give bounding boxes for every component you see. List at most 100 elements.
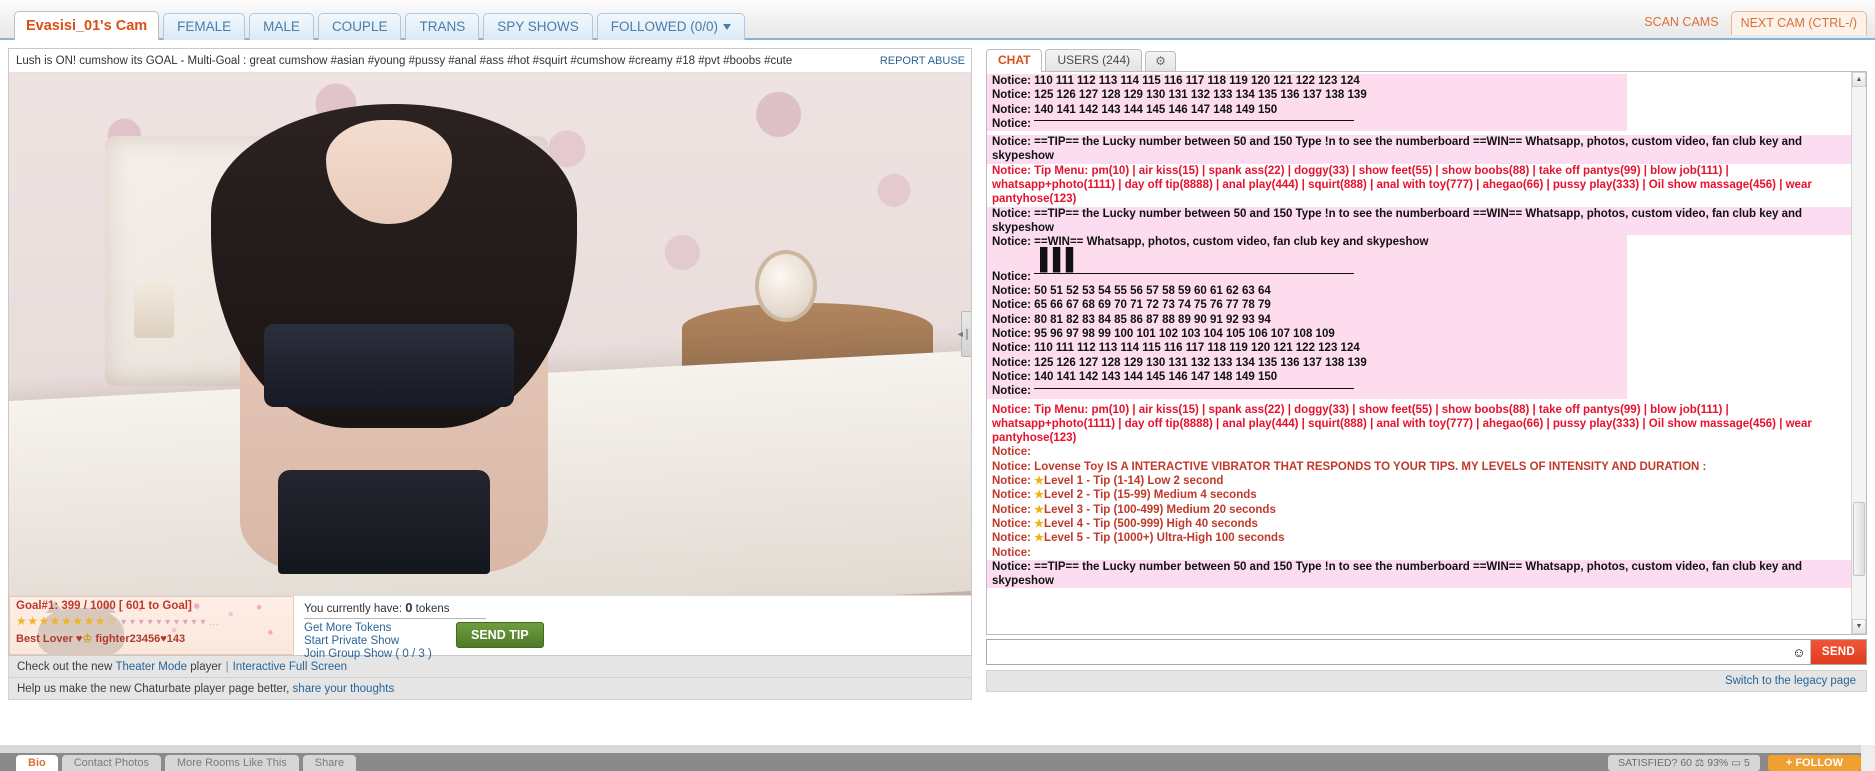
goal-stars-trail: ▾ ▾ ▾ ▾ ▾ ▾ ▾ ▾ ▾ ▾ ...: [121, 617, 219, 628]
tab-trans[interactable]: TRANS: [405, 13, 480, 40]
bottom-strip-edge: [1861, 745, 1875, 771]
gear-icon[interactable]: ⚙: [1145, 51, 1176, 71]
tab-couple[interactable]: COUPLE: [317, 13, 402, 40]
chat-scroll-thumb[interactable]: [1853, 501, 1865, 577]
top-bar-right-actions: SCAN CAMS NEXT CAM (CTRL-/): [1644, 11, 1867, 35]
tab-male[interactable]: MALE: [249, 13, 314, 40]
feedback-row: Help us make the new Chaturbate player p…: [8, 678, 972, 700]
chat-message: Notice: 65 66 67 68 69 70 71 72 73 74 75…: [987, 298, 1627, 313]
chat-message: Notice: Lovense Toy IS A INTERACTIVE VIB…: [992, 460, 1707, 473]
chat-message: Notice: 140 141 142 143 144 145 146 147 …: [987, 102, 1627, 117]
tab-female[interactable]: FEMALE: [163, 13, 246, 40]
scene-lamp: [134, 281, 175, 338]
chat-message: Notice: ==TIP== the Lucky number between…: [987, 559, 1851, 589]
chat-message: Notice: 110 111 112 113 114 115 116 117 …: [987, 341, 1627, 356]
chevron-down-icon: [723, 24, 732, 31]
interactive-fullscreen-link[interactable]: Interactive Full Screen: [233, 661, 347, 673]
chat-input[interactable]: [987, 640, 1788, 664]
follow-button[interactable]: + FOLLOW: [1767, 755, 1861, 771]
chat-message: Notice: Tip Menu: pm(10) | air kiss(15) …: [992, 164, 1812, 206]
token-balance-suffix: tokens: [415, 603, 450, 615]
chat-message: Notice: 110 111 112 113 114 115 116 117 …: [987, 74, 1627, 89]
chat-message: Notice: 125 126 127 128 129 130 131 132 …: [987, 355, 1627, 370]
scene-performer-top: [263, 323, 515, 408]
emoji-icon[interactable]: ☺: [1788, 640, 1810, 664]
theater-prefix-text: Check out the new: [17, 660, 113, 673]
crown-icon: ♔: [82, 633, 93, 645]
chat-message: Notice: ==WIN== Whatsapp, photos, custom…: [987, 235, 1627, 250]
chat-message: ▌▌▌: [987, 247, 1627, 271]
send-message-button[interactable]: SEND: [1809, 640, 1866, 664]
chat-message: Notice: ★Level 4 - Tip (500-999) High 40…: [992, 517, 1258, 530]
report-abuse-link[interactable]: REPORT ABUSE: [872, 55, 965, 67]
tab-share[interactable]: Share: [302, 755, 357, 771]
tip-panel: Goal#1: 399 / 1000 [ 601 to Goal] ★★★★★★…: [9, 595, 971, 660]
token-balance-line: You currently have: 0 tokens: [304, 600, 486, 619]
scan-cams-button[interactable]: SCAN CAMS: [1644, 15, 1730, 35]
scene-performer-bottom: [278, 469, 490, 575]
chat-message: Notice: ★Level 1 - Tip (1-14) Low 2 seco…: [992, 475, 1224, 488]
join-group-show-link[interactable]: Join Group Show ( 0 / 3 ): [304, 648, 432, 660]
video-stream-frame: [9, 73, 971, 595]
theater-mode-link[interactable]: Theater Mode: [115, 661, 187, 673]
chat-message: Notice: 80 81 82 83 84 85 86 87 88 89 90…: [987, 312, 1627, 328]
feedback-prefix-text: Help us make the new Chaturbate player p…: [17, 682, 290, 695]
player-column: Lush is ON! cumshow its GOAL - Multi-Goa…: [8, 48, 972, 700]
star-icon: ★: [1034, 489, 1045, 502]
video-player[interactable]: ◄║►: [9, 73, 971, 595]
best-lover-name: fighter23456♥143: [95, 633, 186, 645]
switch-legacy-row: Switch to the legacy page: [986, 670, 1867, 692]
tab-spy-shows[interactable]: SPY SHOWS: [483, 13, 593, 40]
chat-message: Notice: ★Level 3 - Tip (100-499) Medium …: [992, 503, 1276, 516]
get-more-tokens-link[interactable]: Get More Tokens: [304, 622, 391, 634]
chat-scroll-track[interactable]: [1852, 87, 1866, 619]
player-resize-handle[interactable]: ◄║►: [956, 311, 971, 357]
chat-message: Notice:: [987, 269, 1627, 285]
tab-bio[interactable]: Bio: [16, 755, 58, 771]
tab-contact-photos[interactable]: Contact Photos: [61, 755, 161, 771]
chat-message: Notice: 50 51 52 53 54 55 56 57 58 59 60…: [987, 284, 1627, 299]
scroll-up-icon[interactable]: ▲: [1852, 72, 1866, 87]
bottom-strip-actions: SATISFIED? 60 ⚖ 93% ▭ 5 + FOLLOW: [1608, 755, 1861, 771]
token-box: You currently have: 0 tokens Get More To…: [294, 596, 971, 660]
theater-suffix-text: player: [190, 660, 222, 673]
star-icon: ★: [1034, 532, 1045, 545]
share-thoughts-link[interactable]: share your thoughts: [293, 683, 395, 695]
chat-message: Notice: 140 141 142 143 144 145 146 147 …: [987, 369, 1627, 385]
audio-bars-icon: ▌▌▌: [1040, 247, 1081, 271]
chat-message-list[interactable]: Notice: 110 111 112 113 114 115 116 117 …: [987, 72, 1851, 634]
chat-message: Notice:: [987, 384, 1627, 399]
chat-tab-bar: CHAT USERS (244) ⚙: [986, 48, 1867, 72]
switch-legacy-page-link[interactable]: Switch to the legacy page: [1725, 675, 1856, 687]
tab-followed-label: FOLLOWED (0/0): [610, 19, 719, 34]
chat-message: Notice: ==TIP== the Lucky number between…: [987, 135, 1851, 164]
goal-stars-filled: ★★★★★★★★☆: [16, 614, 118, 628]
room-subject-bar: Lush is ON! cumshow its GOAL - Multi-Goa…: [9, 49, 971, 73]
page-bottom-strip: Bio Contact Photos More Rooms Like This …: [0, 745, 1875, 771]
token-balance-prefix: You currently have:: [304, 603, 403, 615]
chat-message: Notice:: [992, 546, 1031, 559]
goal-box: Goal#1: 399 / 1000 [ 601 to Goal] ★★★★★★…: [9, 596, 294, 655]
tab-room-cam[interactable]: Evasisi_01's Cam: [14, 11, 160, 41]
goal-progress-label: Goal#1: 399 / 1000 [ 601 to Goal]: [16, 600, 192, 612]
scroll-down-icon[interactable]: ▼: [1852, 619, 1866, 634]
chat-message: Notice:: [987, 116, 1627, 132]
chat-input-row: ☺ SEND: [986, 639, 1867, 665]
tab-more-rooms-like-this[interactable]: More Rooms Like This: [164, 755, 299, 771]
chat-scrollbar[interactable]: ▲ ▼: [1851, 72, 1866, 634]
goal-star-meter: ★★★★★★★★☆ ▾ ▾ ▾ ▾ ▾ ▾ ▾ ▾ ▾ ▾ ...: [16, 612, 288, 632]
star-icon: ★: [1034, 475, 1045, 488]
send-tip-button[interactable]: SEND TIP: [456, 622, 544, 648]
start-private-show-link[interactable]: Start Private Show: [304, 635, 399, 647]
star-icon: ★: [1034, 503, 1045, 516]
token-links: Get More Tokens Start Private Show Join …: [304, 622, 963, 660]
chat-message: Notice: Tip Menu: pm(10) | air kiss(15) …: [992, 403, 1812, 445]
next-cam-button[interactable]: NEXT CAM (CTRL-/): [1730, 11, 1867, 35]
satisfaction-rating[interactable]: SATISFIED? 60 ⚖ 93% ▭ 5: [1608, 755, 1760, 771]
tab-followed[interactable]: FOLLOWED (0/0): [596, 13, 746, 40]
chat-message: Notice: 125 126 127 128 129 130 131 132 …: [987, 88, 1627, 103]
tab-chat[interactable]: CHAT: [986, 49, 1043, 72]
footer-separator: |: [225, 660, 229, 673]
room-subject-text: Lush is ON! cumshow its GOAL - Multi-Goa…: [16, 54, 793, 67]
tab-users[interactable]: USERS (244): [1045, 49, 1143, 71]
